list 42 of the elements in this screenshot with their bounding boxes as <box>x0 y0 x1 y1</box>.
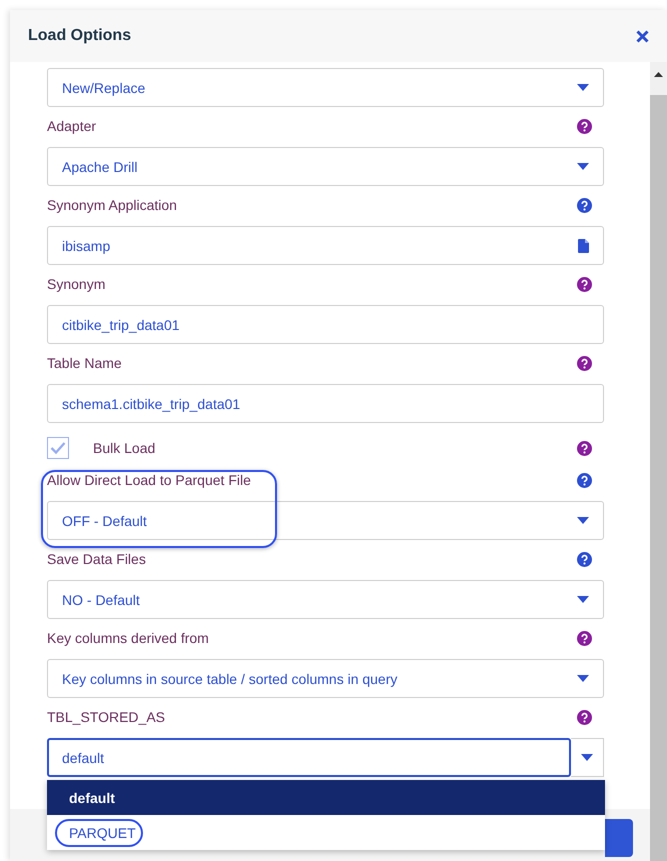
field-label: Key columns derived from <box>47 630 209 646</box>
field-label: Synonym Application <box>47 197 177 213</box>
caret-icon <box>577 163 589 170</box>
input-field[interactable]: schema1.citbike_trip_data01 <box>47 384 604 423</box>
help-icon[interactable] <box>577 440 592 456</box>
select-field[interactable]: Apache Drill <box>47 147 604 186</box>
field-label: Adapter <box>47 118 96 134</box>
field-label: Synonym <box>47 276 106 292</box>
help-icon[interactable] <box>577 630 592 646</box>
select-field[interactable]: Key columns in source table / sorted columns in query <box>47 659 604 698</box>
help-icon[interactable] <box>577 356 592 370</box>
input-field[interactable]: ibisamp <box>47 226 604 265</box>
help-icon[interactable] <box>577 552 592 566</box>
caret-icon <box>577 596 589 603</box>
field-label: Save Data Files <box>47 551 146 567</box>
checkbox[interactable] <box>47 437 69 459</box>
help-icon[interactable] <box>577 276 592 292</box>
dropdown-option[interactable]: PARQUET <box>47 815 605 850</box>
help-icon[interactable] <box>577 472 592 488</box>
help-icon[interactable] <box>577 198 592 212</box>
caret-icon <box>577 84 589 91</box>
field-label: Table Name <box>47 355 122 371</box>
help-icon[interactable] <box>577 710 592 724</box>
caret-icon <box>581 754 593 761</box>
dropdown-button[interactable] <box>571 738 604 777</box>
close-icon <box>636 30 649 42</box>
dialog-title: Load Options <box>28 27 132 45</box>
select-field[interactable]: OFF - Default <box>47 501 604 540</box>
checkbox-label: Bulk Load <box>93 440 156 456</box>
caret-icon <box>577 517 589 524</box>
help-icon[interactable] <box>577 118 592 134</box>
input-field[interactable]: default <box>47 738 571 777</box>
close-button[interactable] <box>636 30 649 42</box>
file-icon[interactable] <box>578 238 589 252</box>
select-field[interactable]: New/Replace <box>47 68 604 107</box>
field-label: Allow Direct Load to Parquet File <box>47 472 251 488</box>
dropdown-option[interactable]: default <box>47 780 605 815</box>
caret-icon <box>577 675 589 682</box>
field-label: TBL_STORED_AS <box>47 709 166 725</box>
scroll-up-icon[interactable] <box>654 72 663 77</box>
select-field[interactable]: NO - Default <box>47 580 604 619</box>
input-field[interactable]: citbike_trip_data01 <box>47 305 604 344</box>
